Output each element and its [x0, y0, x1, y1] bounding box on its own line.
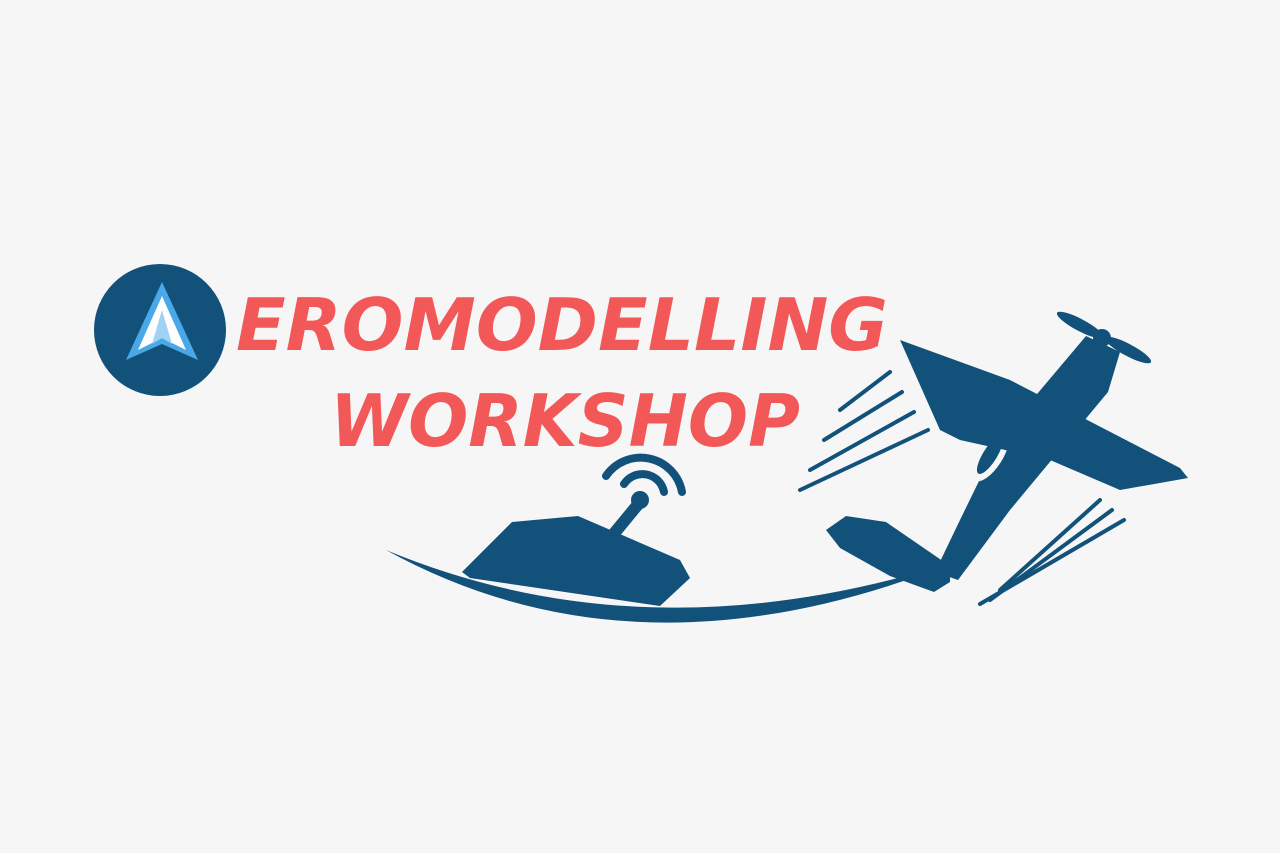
emblem [94, 264, 226, 396]
radio-transmitter-icon [462, 453, 690, 606]
logo-canvas: EROMODELLING WORKSHOP [0, 0, 1280, 853]
title-line-2: WORKSHOP [330, 379, 800, 463]
aeromodelling-workshop-logo: EROMODELLING WORKSHOP [94, 264, 1188, 623]
title-line-1: EROMODELLING [236, 283, 888, 367]
